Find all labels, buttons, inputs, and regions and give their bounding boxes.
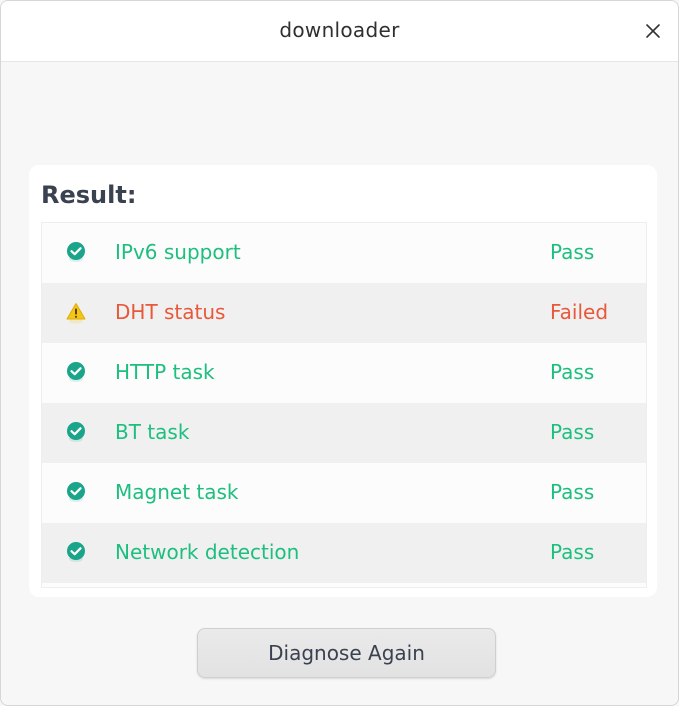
- result-row-http: HTTP task Pass: [42, 343, 646, 403]
- result-status: Pass: [550, 480, 595, 504]
- diagnostic-dialog: downloader Result: IPv6 support Pass DHT…: [0, 0, 679, 706]
- title-bar: downloader: [1, 1, 678, 62]
- check-circle-icon: [64, 241, 88, 265]
- diagnose-again-button[interactable]: Diagnose Again: [197, 628, 496, 678]
- check-circle-icon: [64, 361, 88, 385]
- result-label: BT task: [115, 420, 190, 444]
- result-status: Pass: [550, 420, 595, 444]
- window-title: downloader: [279, 18, 400, 42]
- result-label: IPv6 support: [115, 240, 241, 264]
- close-icon: [646, 24, 660, 38]
- result-status: Pass: [550, 240, 595, 264]
- close-button[interactable]: [638, 16, 668, 46]
- result-row-magnet: Magnet task Pass: [42, 463, 646, 523]
- result-heading: Result:: [41, 181, 137, 209]
- check-circle-icon: [64, 481, 88, 505]
- result-list: IPv6 support Pass DHT status Failed HTTP…: [41, 222, 647, 588]
- result-status: Pass: [550, 540, 595, 564]
- result-row-ipv6: IPv6 support Pass: [42, 223, 646, 283]
- result-status: Failed: [550, 300, 609, 324]
- result-label: DHT status: [115, 300, 226, 324]
- result-row-network: Network detection Pass: [42, 523, 646, 583]
- result-label: Network detection: [115, 540, 300, 564]
- result-row-dht: DHT status Failed: [42, 283, 646, 343]
- result-row-bt: BT task Pass: [42, 403, 646, 463]
- result-panel: Result: IPv6 support Pass DHT status Fai…: [29, 165, 657, 597]
- result-label: Magnet task: [115, 480, 239, 504]
- warning-icon: [64, 301, 88, 325]
- result-status: Pass: [550, 360, 595, 384]
- result-label: HTTP task: [115, 360, 215, 384]
- check-circle-icon: [64, 541, 88, 565]
- check-circle-icon: [64, 421, 88, 445]
